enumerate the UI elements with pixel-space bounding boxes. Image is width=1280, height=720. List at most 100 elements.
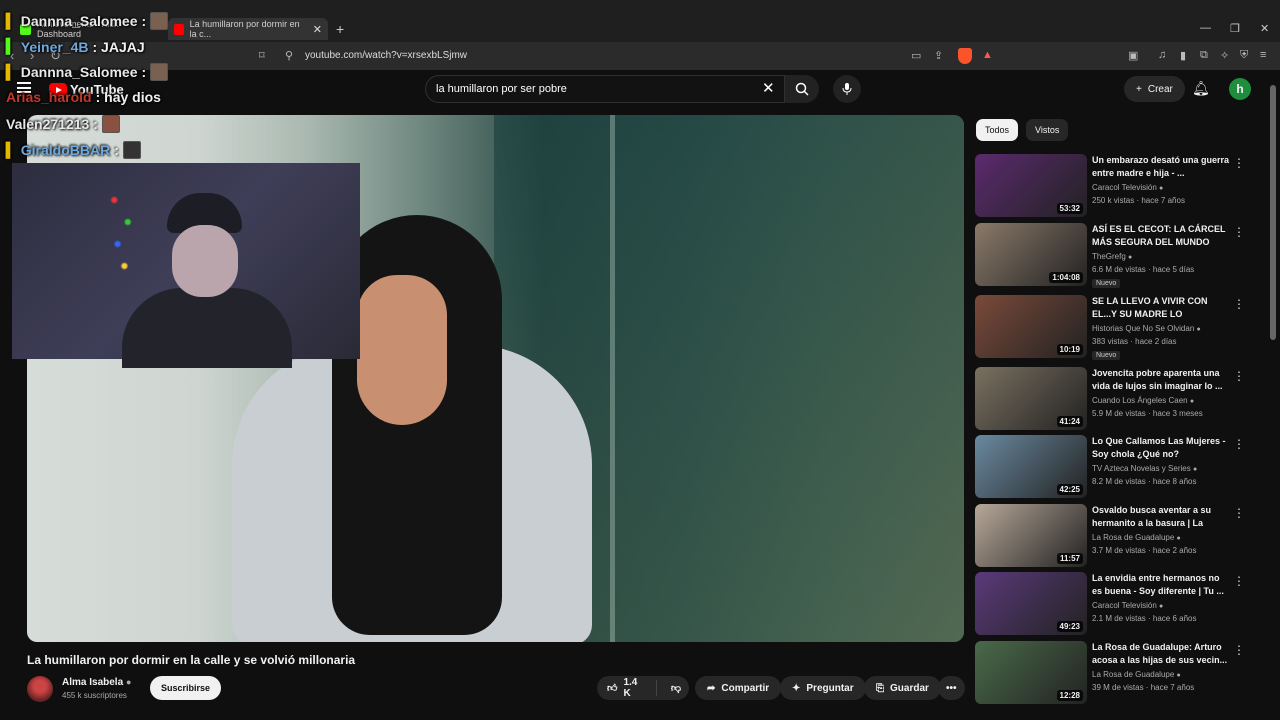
recommendation-title[interactable]: Osvaldo busca aventar a su hermanito a l… [1092,504,1232,530]
plus-icon: + [1136,83,1142,95]
video-thumbnail[interactable]: 12:28 [975,641,1087,704]
emote-icon [101,115,120,133]
ask-button[interactable]: ✦ Preguntar [780,676,866,700]
notifications-bell-icon[interactable]: 🔔︎ [1192,80,1210,97]
streamer-webcam-overlay [12,163,360,368]
recommendation-title[interactable]: Jovencita pobre aparenta una vida de luj… [1092,367,1232,393]
more-vertical-icon[interactable]: ⋮ [1233,156,1245,170]
chat-message: Arias_harold : hay dios [6,89,161,105]
menu-icon[interactable]: ≡ [1260,49,1266,61]
recommendation-title[interactable]: SE LA LLEVO A VIVIR CON EL...Y SU MADRE … [1092,295,1232,321]
share-icon[interactable]: ⇪ [934,49,943,62]
more-actions-button[interactable]: ••• [938,676,965,700]
tab-youtube-video[interactable]: La humillaron por dormir en la c... ✕ [168,18,328,40]
recommendation-item[interactable]: 41:24 Jovencita pobre aparenta una vida d… [975,367,1255,431]
video-thumbnail[interactable]: 42:25 [975,435,1087,498]
video-title: La humillaron por dormir en la calle y s… [27,653,356,667]
like-button[interactable]: 👍︎ 1.4 K [597,677,657,699]
verified-icon: ● [1192,466,1198,473]
new-tab-button[interactable]: + [336,21,344,37]
search-input[interactable]: la humillaron por ser pobre [425,75,785,103]
chat-badge-icon: ▍ [6,63,17,80]
recommendation-meta: 8.2 M de vistas · hace 8 años [1092,477,1197,486]
channel-name[interactable]: Alma Isabela ● [62,677,131,688]
video-thumbnail[interactable]: 11:57 [975,504,1087,567]
create-button[interactable]: + Crear [1124,76,1185,102]
channel-avatar[interactable] [27,676,53,702]
recommendation-channel[interactable]: La Rosa de Guadalupe ● [1092,670,1181,679]
more-vertical-icon[interactable]: ⋮ [1233,437,1245,451]
music-icon[interactable]: ♫ [1158,49,1166,61]
chat-badge-icon: ▍ [6,141,17,158]
more-vertical-icon[interactable]: ⋮ [1233,225,1245,239]
recommendation-item[interactable]: 11:57 Osvaldo busca aventar a su hermanit… [975,504,1255,568]
chat-message: ▍ Yeiner_4B : JAJAJ [6,38,145,55]
chat-badge-icon: ▍ [6,38,17,54]
account-avatar[interactable]: h [1229,78,1251,100]
clear-search-icon[interactable]: ✕ [762,79,775,97]
close-window-icon[interactable]: ✕ [1260,22,1269,35]
cast-icon[interactable]: ▭ [911,49,921,62]
recommendation-meta: 383 vistas · hace 2 días [1092,337,1177,346]
chat-badge-icon: ▍ [6,12,17,29]
chat-text: : JAJAJ [92,38,145,55]
channel-text: Caracol Televisión [1092,601,1157,610]
recommendation-channel[interactable]: Caracol Televisión ● [1092,601,1163,610]
recommendation-title[interactable]: ASÍ ES EL CECOT: LA CÁRCEL MÁS SEGURA DE… [1092,223,1232,249]
bookmark-icon[interactable]: ⌑ [259,49,265,62]
channel-text: La Rosa de Guadalupe [1092,533,1175,542]
like-dislike-group: 👍︎ 1.4 K 👎︎ [597,676,689,700]
tab-title: La humillaron por dormir en la c... [189,19,300,39]
dislike-button[interactable]: 👎︎ [663,682,689,694]
more-vertical-icon[interactable]: ⋮ [1233,297,1245,311]
chip-todos[interactable]: Todos [976,119,1019,141]
recommendation-title[interactable]: Lo Que Callamos Las Mujeres - Soy chola … [1092,435,1232,461]
url-field[interactable]: youtube.com/watch?v=xrsexbLSjmw [305,50,467,61]
recommendation-meta: 39 M de vistas · hace 7 años [1092,683,1195,692]
recommendation-channel[interactable]: Historias Que No Se Olvidan ● [1092,324,1201,333]
minimize-window-icon[interactable]: — [1200,22,1211,34]
recommendation-channel[interactable]: Caracol Televisión ● [1092,183,1163,192]
chip-vistos[interactable]: Vistos [1026,119,1069,141]
subscribe-button[interactable]: Suscribirse [150,676,222,700]
video-thumbnail[interactable]: 53:32 [975,154,1087,217]
streamer-face [172,225,238,297]
video-thumbnail[interactable]: 10:19 [975,295,1087,358]
recommendation-channel[interactable]: TheGrefg ● [1092,252,1132,261]
address-bar: ‹ › ↻ ⌑ ⚲ youtube.com/watch?v=xrsexbLSjm… [0,42,1280,70]
more-vertical-icon[interactable]: ⋮ [1233,574,1245,588]
maximize-window-icon[interactable]: ❐ [1230,22,1240,35]
recommendation-channel[interactable]: Cuando Los Ángeles Caen ● [1092,396,1194,405]
video-thumbnail[interactable]: 49:23 [975,572,1087,635]
video-thumbnail[interactable]: 41:24 [975,367,1087,430]
save-button[interactable]: ⎘ Guardar [864,676,941,700]
site-info-icon[interactable]: ⚲ [285,49,293,62]
page-scrollbar[interactable] [1270,85,1276,340]
recommendation-item[interactable]: 49:23 La envidia entre hermanos no es bue… [975,572,1255,636]
recommendation-channel[interactable]: TV Azteca Novelas y Series ● [1092,464,1197,473]
recommendation-channel[interactable]: La Rosa de Guadalupe ● [1092,533,1181,542]
recommendation-item[interactable]: 10:19 SE LA LLEVO A VIVIR CON EL...Y SU M… [975,295,1255,360]
recommendation-title[interactable]: La Rosa de Guadalupe: Arturo acosa a las… [1092,641,1232,667]
vpn-icon[interactable]: ⛨ [1240,49,1248,62]
recommendation-title[interactable]: Un embarazo desató una guerra entre madr… [1092,154,1232,180]
extensions-icon[interactable]: ⧉ [1200,49,1208,62]
share-button[interactable]: ➦ Compartir [695,676,782,700]
more-vertical-icon[interactable]: ⋮ [1233,506,1245,520]
brave-rewards-icon[interactable]: ▲ [982,49,993,61]
leo-ai-icon[interactable]: ✧ [1220,49,1229,62]
video-thumbnail[interactable]: 1:04:08 [975,223,1087,286]
wallet-icon[interactable]: ▣ [1128,49,1138,62]
sidebar-toggle-icon[interactable]: ▮ [1180,49,1186,62]
recommendation-item[interactable]: 42:25 Lo Que Callamos Las Mujeres - Soy c… [975,435,1255,499]
search-button[interactable] [785,75,819,103]
more-vertical-icon[interactable]: ⋮ [1233,643,1245,657]
brave-shields-icon[interactable] [958,48,972,64]
recommendation-item[interactable]: 12:28 La Rosa de Guadalupe: Arturo acosa … [975,641,1255,705]
more-vertical-icon[interactable]: ⋮ [1233,369,1245,383]
recommendation-item[interactable]: 53:32 Un embarazo desató una guerra entre… [975,154,1255,218]
recommendation-item[interactable]: 1:04:08 ASÍ ES EL CECOT: LA CÁRCEL MÁS SE… [975,223,1255,288]
recommendation-title[interactable]: La envidia entre hermanos no es buena - … [1092,572,1232,598]
close-tab-icon[interactable]: ✕ [313,23,322,36]
voice-search-button[interactable] [833,75,861,103]
